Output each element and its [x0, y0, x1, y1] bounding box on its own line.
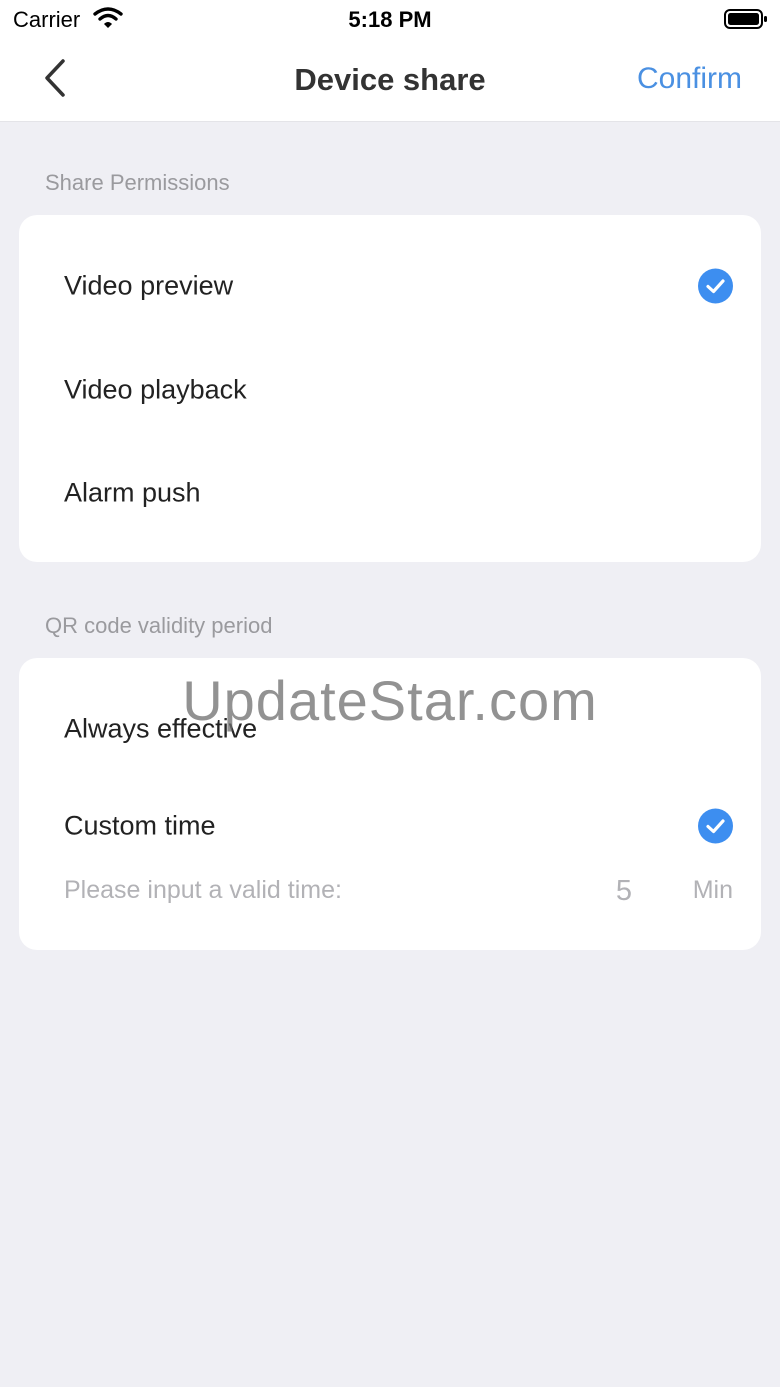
permission-label: Alarm push: [64, 477, 201, 508]
share-permissions-header: Share Permissions: [45, 170, 230, 195]
check-icon: [698, 268, 733, 304]
share-permissions-card: Video preview Video playback Alarm push: [19, 215, 761, 562]
nav-bar: Device share Confirm: [0, 40, 780, 122]
check-icon: [698, 808, 733, 844]
confirm-button[interactable]: Confirm: [637, 62, 742, 96]
option-label: Custom time: [64, 810, 216, 841]
permission-video-preview[interactable]: Video preview: [19, 246, 761, 326]
custom-time-prompt: Please input a valid time:: [64, 876, 342, 904]
permission-alarm-push[interactable]: Alarm push: [19, 453, 761, 533]
option-always-effective[interactable]: Always effective: [19, 689, 761, 769]
custom-time-unit: Min: [692, 876, 733, 904]
validity-period-card: Always effective Custom time Please inpu…: [19, 658, 761, 950]
permission-label: Video playback: [64, 374, 247, 405]
status-bar: Carrier 5:18 PM: [0, 0, 780, 40]
permission-video-playback[interactable]: Video playback: [19, 350, 761, 430]
custom-time-input[interactable]: [579, 872, 669, 910]
custom-time-row: Please input a valid time: Min: [19, 868, 761, 914]
option-custom-time[interactable]: Custom time: [19, 786, 761, 866]
permission-label: Video preview: [64, 270, 234, 301]
option-label: Always effective: [64, 713, 258, 744]
status-time: 5:18 PM: [348, 7, 432, 32]
battery-icon: [724, 9, 768, 29]
validity-period-header: QR code validity period: [45, 613, 273, 638]
